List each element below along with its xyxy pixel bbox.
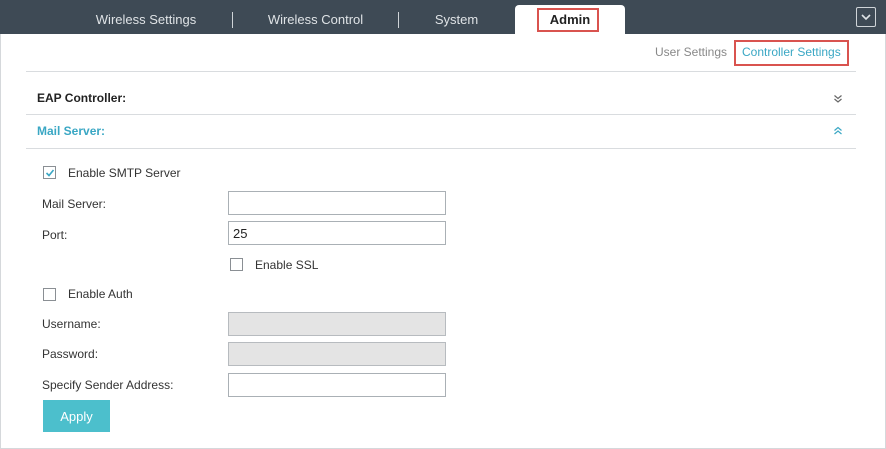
sender-address-input[interactable]	[228, 373, 446, 397]
divider	[26, 148, 856, 149]
port-input[interactable]	[228, 221, 446, 245]
sender-address-label: Specify Sender Address:	[42, 378, 174, 392]
username-label: Username:	[42, 317, 101, 331]
tab-system[interactable]: System	[399, 5, 514, 34]
tab-admin[interactable]: Admin	[515, 5, 625, 34]
mail-server-label: Mail Server:	[42, 197, 107, 211]
checkmark-icon	[45, 169, 55, 177]
apply-button[interactable]: Apply	[43, 400, 110, 432]
enable-smtp-checkbox[interactable]	[43, 166, 56, 179]
eap-controller-section-title[interactable]: EAP Controller:	[37, 91, 126, 105]
tab-wireless-settings[interactable]: Wireless Settings	[60, 5, 232, 34]
tab-wireless-control[interactable]: Wireless Control	[233, 5, 398, 34]
enable-ssl-checkbox[interactable]	[230, 258, 243, 271]
chevron-down-icon	[861, 14, 871, 21]
enable-auth-checkbox[interactable]	[43, 288, 56, 301]
divider	[26, 71, 856, 72]
enable-auth-label: Enable Auth	[68, 287, 133, 301]
password-input[interactable]	[228, 342, 446, 366]
mail-server-section-title[interactable]: Mail Server:	[37, 124, 105, 138]
double-chevron-down-icon[interactable]	[833, 94, 843, 104]
password-label: Password:	[42, 347, 99, 361]
username-input[interactable]	[228, 312, 446, 336]
double-chevron-up-icon[interactable]	[833, 126, 843, 136]
top-nav-bar: Wireless Settings Wireless Control Syste…	[0, 0, 886, 34]
divider	[26, 114, 856, 115]
tab-admin-label: Admin	[549, 12, 591, 27]
collapse-menu-button[interactable]	[856, 7, 876, 27]
subnav-controller-settings[interactable]: Controller Settings	[742, 45, 841, 59]
enable-ssl-label: Enable SSL	[255, 258, 319, 272]
mail-server-input[interactable]	[228, 191, 446, 215]
port-label: Port:	[42, 228, 68, 242]
enable-smtp-label: Enable SMTP Server	[68, 166, 181, 180]
subnav-user-settings[interactable]: User Settings	[655, 45, 727, 59]
